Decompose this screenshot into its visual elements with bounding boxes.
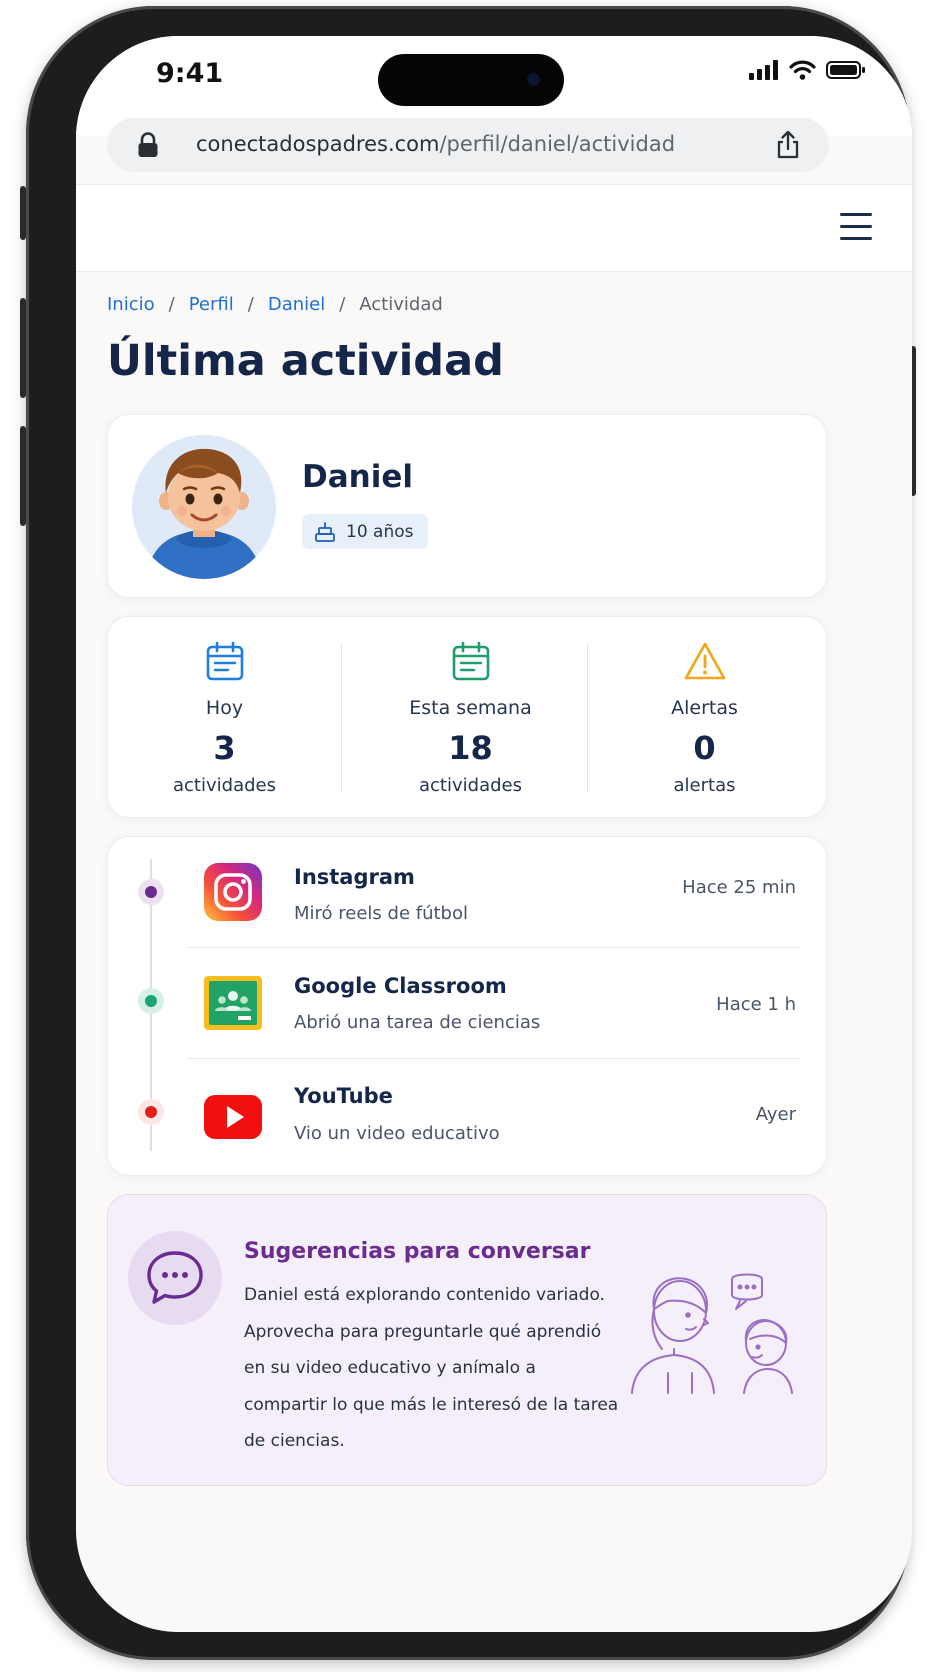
wifi-icon: [789, 60, 816, 80]
stat-unit: actividades: [419, 775, 522, 796]
address-bar[interactable]: conectadospadres.com/perfil/daniel/activ…: [107, 118, 829, 172]
volume-up-button: [20, 298, 26, 398]
timeline-dot: [138, 879, 164, 905]
battery-icon: [826, 61, 865, 79]
activity-item-youtube[interactable]: YouTube Vio un video educativo Ayer: [108, 1059, 826, 1167]
stat-alerts: Alertas 0 alertas: [588, 617, 821, 817]
stat-value: 18: [448, 729, 493, 767]
activity-item-instagram[interactable]: Instagram Miró reels de fútbol Hace 25 m…: [108, 837, 826, 945]
activity-time: Hace 25 min: [682, 877, 796, 898]
signal-icon: [749, 60, 778, 80]
cake-icon: [315, 521, 335, 542]
youtube-icon: [204, 1095, 262, 1139]
suggestions-title: Sugerencias para conversar: [244, 1239, 591, 1264]
calendar-icon: [206, 641, 243, 681]
stat-label: Hoy: [205, 697, 244, 719]
stats-card: Hoy 3 actividades Esta semana 18 activid…: [107, 616, 827, 818]
suggestions-card: Sugerencias para conversar Daniel está e…: [107, 1194, 827, 1486]
url-path: /perfil/daniel/actividad: [439, 132, 676, 156]
calendar-icon: [452, 641, 489, 681]
site-header: [76, 184, 912, 272]
chat-bubble-badge: [128, 1231, 222, 1325]
age-text: 10 años: [346, 521, 414, 542]
profile-card: Daniel 10 años: [107, 414, 827, 598]
breadcrumb-daniel[interactable]: Daniel: [268, 294, 325, 315]
status-icons: [749, 60, 866, 80]
breadcrumb-separator: /: [168, 294, 175, 315]
stat-label: Alertas: [671, 697, 738, 719]
app-name: Instagram: [294, 865, 415, 889]
divider: [341, 643, 342, 793]
warning-icon: [684, 642, 725, 680]
phone-frame: 9:41 conectadospadres.com/perfil/daniel/…: [20, 6, 916, 1660]
breadcrumb-inicio[interactable]: Inicio: [107, 294, 155, 315]
google-classroom-icon: [204, 976, 262, 1030]
screen: 9:41 conectadospadres.com/perfil/daniel/…: [76, 36, 912, 1632]
mute-switch: [20, 186, 26, 240]
activity-time: Hace 1 h: [716, 994, 796, 1015]
age-badge: 10 años: [302, 514, 428, 549]
parent-child-illustration: [631, 1273, 793, 1394]
breadcrumb: Inicio / Perfil / Daniel / Actividad: [107, 294, 443, 315]
breadcrumb-separator: /: [247, 294, 254, 315]
activity-description: Abrió una tarea de ciencias: [294, 1012, 541, 1033]
instagram-icon: [204, 863, 262, 921]
stat-today: Hoy 3 actividades: [108, 617, 341, 817]
breadcrumb-separator: /: [339, 294, 346, 315]
dynamic-island: [378, 54, 564, 106]
url-domain: conectadospadres.com: [196, 132, 440, 156]
timeline-dot: [138, 988, 164, 1014]
page-title: Última actividad: [107, 336, 504, 386]
app-name: YouTube: [294, 1084, 393, 1108]
activity-item-google-classroom[interactable]: Google Classroom Abrió una tarea de cien…: [108, 948, 826, 1056]
status-time: 9:41: [156, 58, 224, 89]
app-name: Google Classroom: [294, 974, 507, 998]
share-icon[interactable]: [775, 130, 801, 160]
volume-down-button: [20, 426, 26, 526]
stat-value: 0: [693, 729, 716, 767]
activity-time: Ayer: [755, 1104, 796, 1125]
profile-name: Daniel: [302, 459, 413, 495]
stat-week: Esta semana 18 actividades: [354, 617, 587, 817]
stat-unit: actividades: [173, 775, 276, 796]
breadcrumb-current: Actividad: [359, 294, 443, 315]
activity-description: Miró reels de fútbol: [294, 903, 468, 924]
breadcrumb-perfil[interactable]: Perfil: [189, 294, 234, 315]
timeline-dot: [138, 1099, 164, 1125]
chat-icon: [147, 1251, 203, 1304]
stat-label: Esta semana: [409, 697, 532, 719]
url-text[interactable]: conectadospadres.com/perfil/daniel/activ…: [196, 132, 675, 156]
avatar: [132, 435, 276, 579]
lock-icon: [138, 132, 158, 157]
stat-unit: alertas: [673, 775, 736, 796]
hamburger-menu-icon[interactable]: [840, 213, 872, 243]
activity-feed: Instagram Miró reels de fútbol Hace 25 m…: [107, 836, 827, 1176]
activity-description: Vio un video educativo: [294, 1123, 500, 1144]
stat-value: 3: [213, 729, 236, 767]
suggestions-body: Daniel está explorando contenido variado…: [244, 1285, 619, 1451]
